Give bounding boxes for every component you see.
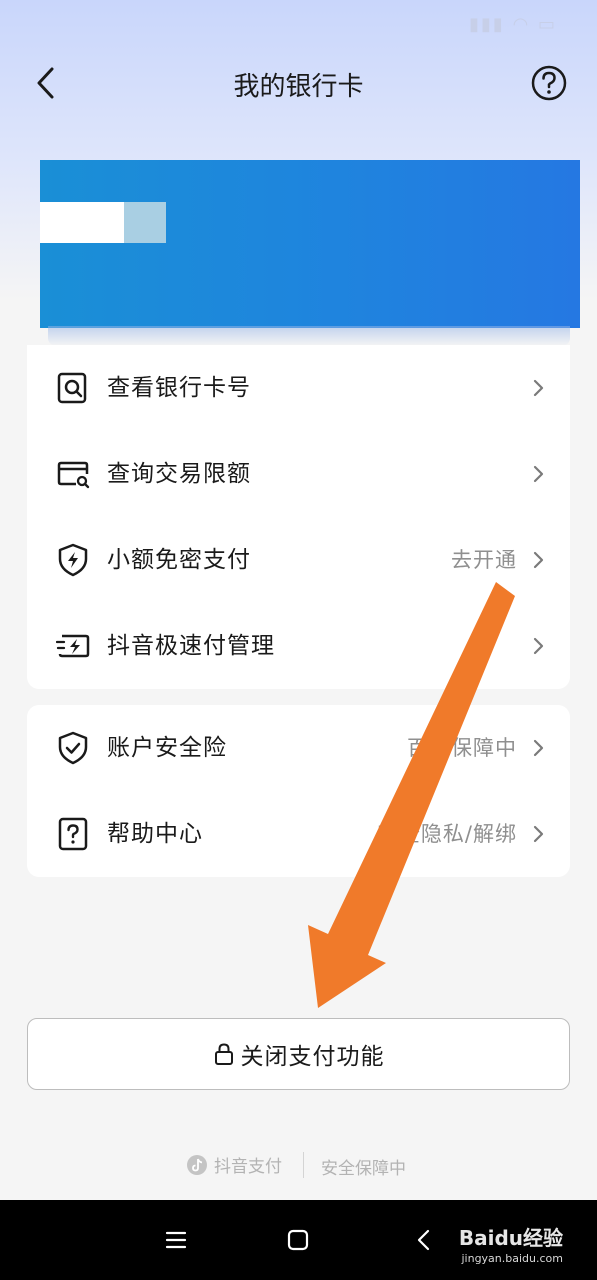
footer-note: 安全保障中 (321, 1159, 406, 1179)
footer-brand: 抖音支付 (186, 1152, 282, 1177)
chevron-right-icon (533, 637, 544, 655)
footer: 抖音支付 安全保障中 (0, 1150, 597, 1180)
menu-item-view-card-number[interactable]: 查看银行卡号 (27, 345, 570, 431)
menu-item-value: 百万保障中 (407, 736, 517, 760)
fast-pay-icon (56, 634, 90, 658)
menu-item-label: 查询交易限额 (107, 461, 251, 487)
douyin-logo-icon (187, 1154, 207, 1175)
watermark-url: jingyan.baidu.com (461, 1252, 563, 1265)
chevron-right-icon (533, 379, 544, 397)
menu-item-account-insurance[interactable]: 账户安全险 百万保障中 (27, 705, 570, 791)
lock-icon (214, 1043, 233, 1065)
card-search-icon (57, 372, 87, 404)
card-shadow (48, 326, 570, 346)
account-services-section: 账户安全险 百万保障中 帮助中心 安全隐私/解绑 (27, 705, 570, 877)
help-doc-icon (58, 817, 88, 851)
shield-check-icon (58, 731, 88, 765)
menu-item-small-password-free[interactable]: 小额免密支付 去开通 (27, 517, 570, 603)
shield-lightning-icon (58, 543, 88, 577)
menu-item-help-center[interactable]: 帮助中心 安全隐私/解绑 (27, 791, 570, 877)
chevron-right-icon (533, 825, 544, 843)
menu-item-value: 安全隐私/解绑 (376, 822, 517, 846)
watermark: Baidu经验 (458, 1226, 563, 1250)
home-icon[interactable] (282, 1224, 314, 1256)
footer-brand-text: 抖音支付 (214, 1157, 282, 1177)
menu-item-value: 去开通 (451, 548, 517, 572)
menu-item-transaction-limit[interactable]: 查询交易限额 (27, 431, 570, 517)
card-redaction-block (40, 202, 124, 243)
menu-item-fast-pay-management[interactable]: 抖音极速付管理 (27, 603, 570, 689)
chevron-right-icon (533, 465, 544, 483)
menu-item-label: 账户安全险 (107, 735, 227, 761)
page-title: 我的银行卡 (233, 72, 364, 102)
back-nav-icon[interactable] (408, 1224, 440, 1256)
system-navigation-bar: Baidu经验 jingyan.baidu.com (0, 1200, 597, 1280)
card-redaction-block-light (124, 202, 166, 243)
menu-item-label: 查看银行卡号 (107, 375, 251, 401)
bank-card[interactable] (40, 160, 580, 328)
question-circle-icon (531, 65, 567, 101)
menu-item-label: 帮助中心 (107, 821, 203, 847)
chevron-right-icon (533, 739, 544, 757)
status-bar: ▮▮▮ ◠ ▭ (0, 0, 597, 36)
nav-bar: 我的银行卡 (0, 45, 597, 121)
menu-item-label: 小额免密支付 (107, 547, 251, 573)
status-icons: ▮▮▮ ◠ ▭ (469, 14, 557, 35)
chevron-right-icon (533, 551, 544, 569)
menu-item-label: 抖音极速付管理 (107, 633, 275, 659)
card-query-icon (57, 461, 90, 489)
menu-icon[interactable] (160, 1224, 192, 1256)
card-options-section: 查看银行卡号 查询交易限额 小额免密支付 去开通 抖音极速付管理 (27, 345, 570, 689)
close-payment-button[interactable]: 关闭支付功能 (27, 1018, 570, 1090)
footer-divider (303, 1152, 304, 1178)
close-payment-label: 关闭支付功能 (240, 1044, 385, 1070)
help-button[interactable] (529, 63, 569, 103)
